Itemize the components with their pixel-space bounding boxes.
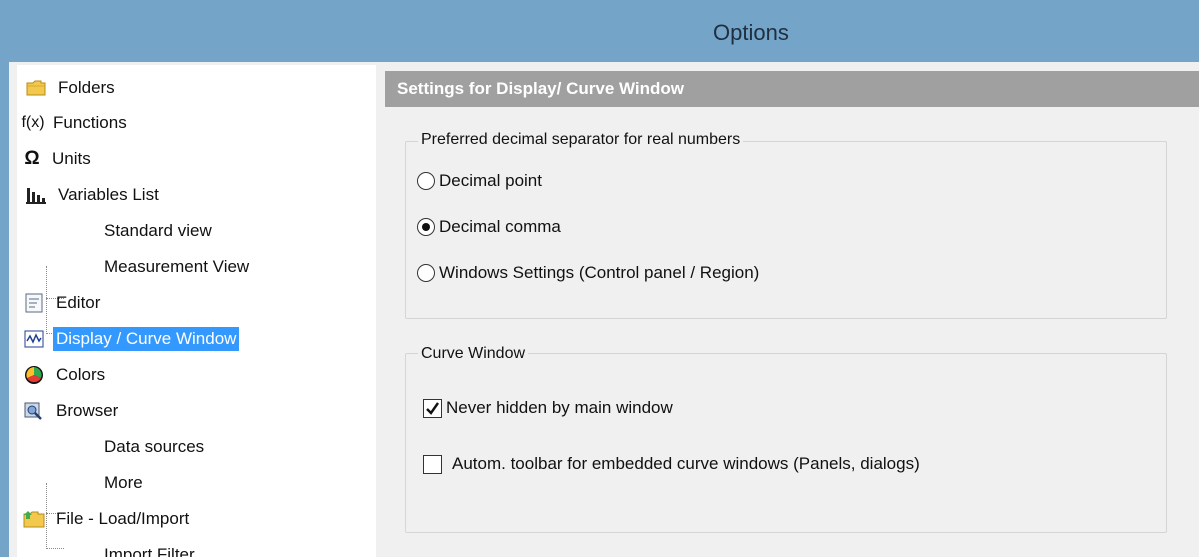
radio-label: Decimal comma <box>439 217 561 236</box>
curve-icon <box>23 328 45 350</box>
tree-item-units[interactable]: Ω Units <box>21 144 94 174</box>
tree-item-browser[interactable]: Browser <box>23 396 121 426</box>
tree-item-label: Browser <box>56 401 119 420</box>
checkbox-label: Autom. toolbar for embedded curve window… <box>452 454 920 473</box>
tree-item-label: Variables List <box>58 185 159 204</box>
browser-icon <box>23 400 45 422</box>
tree-item-label: Functions <box>53 113 127 132</box>
radio-button[interactable] <box>417 264 435 282</box>
tree-item-functions[interactable]: f(x) Functions <box>19 108 130 138</box>
decimal-group-title: Preferred decimal separator for real num… <box>418 131 744 149</box>
function-icon: f(x) <box>21 114 45 131</box>
tree-item-label: Measurement View <box>104 257 250 276</box>
radio-button[interactable] <box>417 218 435 236</box>
radio-label: Decimal point <box>439 171 542 190</box>
folder-icon <box>25 77 47 99</box>
tree-item-measurement-view[interactable]: Measurement View <box>101 252 252 282</box>
tree-item-label: Data sources <box>104 437 205 456</box>
file-load-icon <box>23 508 45 530</box>
tree-item-standard-view[interactable]: Standard view <box>101 216 215 246</box>
tree-item-label: File - Load/Import <box>56 509 190 528</box>
radio-decimal-point[interactable]: Decimal point <box>417 171 542 191</box>
tree-item-label: Folders <box>58 78 115 97</box>
splitter[interactable] <box>376 62 385 557</box>
radio-label: Windows Settings (Control panel / Region… <box>439 263 760 282</box>
tree-item-file-load-import[interactable]: File - Load/Import <box>23 504 192 534</box>
radio-windows-settings[interactable]: Windows Settings (Control panel / Region… <box>417 263 759 283</box>
tree-item-colors[interactable]: Colors <box>23 360 108 390</box>
panel-header-title: Settings for Display/ Curve Window <box>397 79 684 98</box>
tree-item-label: Colors <box>56 365 106 384</box>
radio-decimal-comma[interactable]: Decimal comma <box>417 217 561 237</box>
radio-button[interactable] <box>417 172 435 190</box>
window-title: Options <box>713 20 789 45</box>
checkbox-label: Never hidden by main window <box>446 398 673 417</box>
curve-group-title: Curve Window <box>418 345 529 363</box>
tree-item-more[interactable]: More <box>101 468 146 498</box>
tree-item-data-sources[interactable]: Data sources <box>101 432 207 462</box>
checkbox[interactable] <box>423 398 442 418</box>
bar-chart-icon <box>25 184 47 206</box>
omega-icon: Ω <box>24 148 40 169</box>
tree-item-import-filter[interactable]: Import Filter <box>101 540 198 557</box>
title-bar[interactable]: Options <box>0 0 1199 62</box>
curve-window-group <box>405 353 1167 533</box>
colors-icon <box>23 364 45 386</box>
tree-item-variables-list[interactable]: Variables List <box>25 180 162 210</box>
tree-item-label: More <box>104 473 143 492</box>
tree-item-label: Units <box>52 149 91 168</box>
tree-item-editor[interactable]: Editor <box>23 288 103 318</box>
check-autom-toolbar[interactable]: Autom. toolbar for embedded curve window… <box>423 454 920 474</box>
check-never-hidden[interactable]: Never hidden by main window <box>423 398 673 418</box>
editor-icon <box>23 292 45 314</box>
checkmark-icon <box>426 401 439 415</box>
tree-item-label: Editor <box>56 293 101 312</box>
tree-item-label: Display / Curve Window <box>53 327 240 351</box>
tree-item-label: Standard view <box>104 221 212 240</box>
checkbox[interactable] <box>423 454 442 474</box>
tree-item-folders[interactable]: Folders <box>25 73 118 103</box>
tree-item-label: Import Filter <box>104 545 195 557</box>
tree-item-display-curve-window[interactable]: Display / Curve Window <box>23 324 240 354</box>
